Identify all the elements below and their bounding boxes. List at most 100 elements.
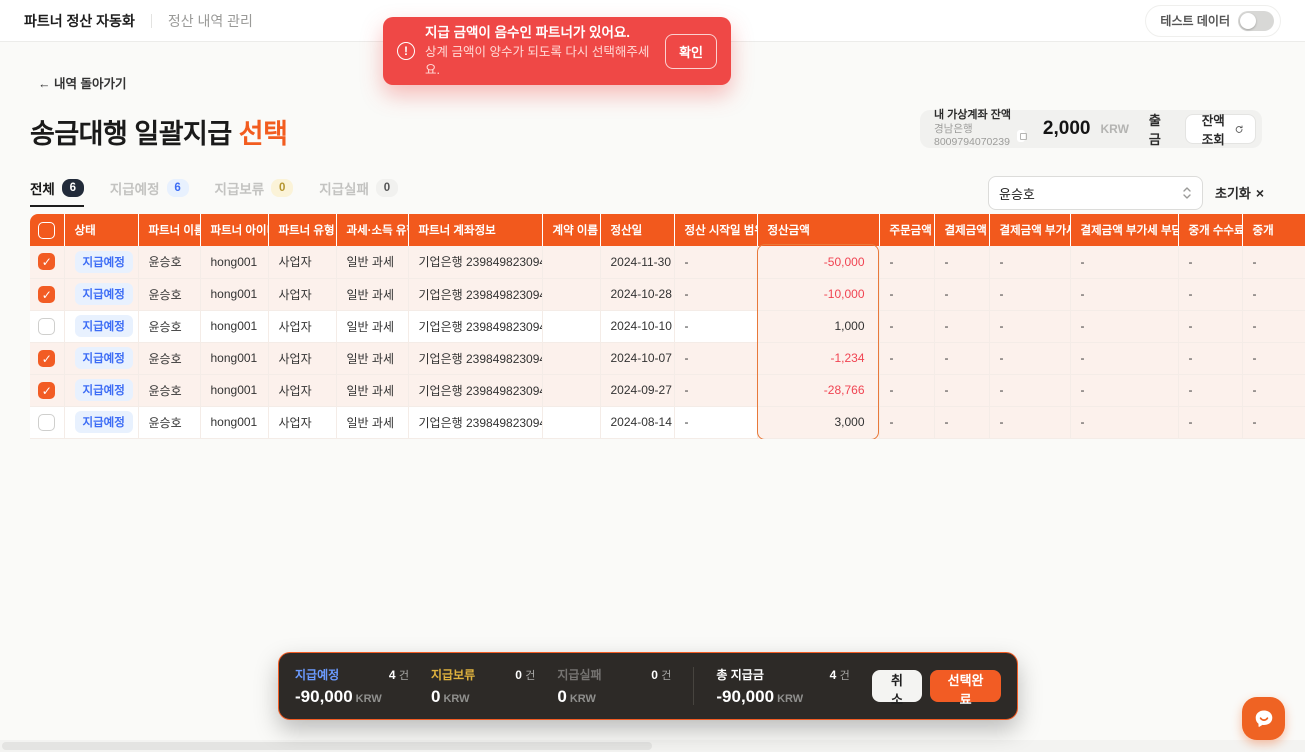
exclamation-icon: ! (397, 42, 415, 60)
reset-filter-button[interactable]: 초기화 × (1215, 183, 1264, 202)
summary-failed: 지급실패 0 건 0KRW (557, 666, 671, 707)
partner-id-cell: hong001 (200, 246, 268, 278)
confirm-selection-button[interactable]: 선택완료 (930, 670, 1001, 702)
row-checkbox[interactable]: ✓ (38, 253, 55, 270)
summary-label: 지급예정 (295, 666, 339, 683)
chat-widget-button[interactable] (1242, 697, 1285, 740)
column-header: 과세·소득 유형 (336, 214, 408, 246)
tab-failed[interactable]: 지급실패 0 (319, 177, 398, 205)
column-header: 중개 수수료 (1178, 214, 1242, 246)
withdraw-link[interactable]: 출금 (1149, 110, 1165, 148)
dash-cell: - (1070, 310, 1178, 342)
dash-cell: - (989, 342, 1070, 374)
test-data-toggle[interactable] (1238, 11, 1274, 31)
tab-scheduled[interactable]: 지급예정 6 (110, 177, 189, 205)
status-cell: 지급예정 (64, 310, 138, 342)
row-checkbox[interactable]: ✓ (38, 382, 55, 399)
test-data-label: 테스트 데이터 (1160, 12, 1230, 29)
partner-select[interactable]: 윤승호 (988, 176, 1203, 210)
contract-cell (542, 374, 600, 406)
table-row: ✓지급예정윤승호hong001사업자일반 과세기업은행 239849823094… (30, 278, 1305, 310)
select-all-checkbox[interactable] (38, 222, 55, 239)
contract-cell (542, 246, 600, 278)
settlement-table: 상태파트너 이름파트너 아이디파트너 유형과세·소득 유형파트너 계좌정보계약 … (30, 214, 1305, 439)
partner-name-cell: 윤승호 (138, 374, 200, 406)
partner-select-value: 윤승호 (999, 184, 1035, 203)
table-row: ✓지급예정윤승호hong001사업자일반 과세기업은행 239849823094… (30, 342, 1305, 374)
row-checkbox[interactable] (38, 414, 55, 431)
partner-type-cell: 사업자 (268, 342, 336, 374)
row-checkbox[interactable]: ✓ (38, 350, 55, 367)
status-tabs: 전체 6 지급예정 6 지급보류 0 지급실패 0 (30, 177, 398, 205)
contract-cell (542, 278, 600, 310)
partner-type-cell: 사업자 (268, 278, 336, 310)
scrollbar-thumb[interactable] (2, 742, 652, 750)
balance-label: 내 가상계좌 잔액 (934, 109, 1025, 123)
summary-buttons: 취소 선택완료 (872, 670, 1001, 702)
back-link[interactable]: ← 내역 돌아가기 (38, 73, 126, 92)
tab-count-badge: 0 (271, 179, 293, 197)
toast-title: 지급 금액이 음수인 파트너가 있어요. (425, 23, 655, 43)
settlement-amount-cell: 3,000 (757, 406, 879, 438)
tab-all[interactable]: 전체 6 (30, 177, 84, 205)
summary-divider (693, 667, 694, 705)
column-header: 결제금액 부가세 부담금 (1070, 214, 1178, 246)
column-header: 파트너 유형 (268, 214, 336, 246)
tab-label: 지급예정 (110, 178, 160, 198)
dash-cell: - (1242, 342, 1305, 374)
dash-cell: - (1070, 246, 1178, 278)
dash-cell: - (989, 278, 1070, 310)
settlement-amount-cell: -50,000 (757, 246, 879, 278)
cancel-button[interactable]: 취소 (872, 670, 922, 702)
dash-cell: - (989, 374, 1070, 406)
dash-cell: - (989, 310, 1070, 342)
dash-cell: - (934, 310, 989, 342)
status-cell: 지급예정 (64, 278, 138, 310)
status-badge: 지급예정 (75, 379, 133, 401)
dash-cell: - (934, 406, 989, 438)
close-icon: × (1256, 185, 1264, 201)
settlement-date-cell: 2024-10-28 (600, 278, 674, 310)
dash-cell: - (1070, 374, 1178, 406)
partner-type-cell: 사업자 (268, 246, 336, 278)
account-number: 경남은행 8009794070239 (934, 123, 1014, 149)
column-header: 결제금액 (934, 214, 989, 246)
dash-cell: - (879, 406, 934, 438)
range-cell: - (674, 342, 757, 374)
partner-type-cell: 사업자 (268, 310, 336, 342)
nav-item-settlement-history[interactable]: 정산 내역 관리 (168, 11, 253, 31)
tax-type-cell: 일반 과세 (336, 278, 408, 310)
account-cell: 기업은행 2398498230948 (408, 342, 542, 374)
dash-cell: - (1070, 278, 1178, 310)
partner-name-cell: 윤승호 (138, 406, 200, 438)
row-checkbox[interactable] (38, 318, 55, 335)
app-title: 파트너 정산 자동화 (24, 11, 135, 31)
row-checkbox[interactable]: ✓ (38, 286, 55, 303)
dash-cell: - (1242, 310, 1305, 342)
summary-held: 지급보류 0 건 0KRW (431, 666, 535, 707)
dash-cell: - (879, 310, 934, 342)
dash-cell: - (879, 342, 934, 374)
balance-account: 경남은행 8009794070239 (934, 123, 1025, 149)
tax-type-cell: 일반 과세 (336, 342, 408, 374)
settlement-amount-cell: -10,000 (757, 278, 879, 310)
column-header: 정산일 (600, 214, 674, 246)
toast-text: 지급 금액이 음수인 파트너가 있어요. 상계 금액이 양수가 되도록 다시 선… (425, 23, 655, 79)
refresh-icon (1235, 123, 1243, 136)
selection-summary-bar: 지급예정 4 건 -90,000KRW 지급보류 0 건 0KRW 지급실패 0… (278, 652, 1018, 720)
settlement-date-cell: 2024-11-30 (600, 246, 674, 278)
settlement-date-cell: 2024-10-10 (600, 310, 674, 342)
warning-toast: ! 지급 금액이 음수인 파트너가 있어요. 상계 금액이 양수가 되도록 다시… (383, 17, 731, 85)
copy-icon[interactable] (1017, 130, 1025, 142)
settlement-table-grid: 상태파트너 이름파트너 아이디파트너 유형과세·소득 유형파트너 계좌정보계약 … (30, 214, 1305, 439)
tab-count-badge: 6 (167, 179, 189, 197)
status-badge: 지급예정 (75, 283, 133, 305)
toast-subtitle: 상계 금액이 양수가 되도록 다시 선택해주세요. (425, 43, 655, 79)
account-cell: 기업은행 2398498230948 (408, 310, 542, 342)
toast-confirm-button[interactable]: 확인 (665, 34, 717, 69)
tab-held[interactable]: 지급보류 0 (215, 177, 294, 205)
account-cell: 기업은행 2398498230948 (408, 246, 542, 278)
page-title-accent: 선택 (239, 119, 288, 149)
dash-cell: - (1178, 310, 1242, 342)
balance-refresh-button[interactable]: 잔액 조회 (1185, 114, 1256, 144)
